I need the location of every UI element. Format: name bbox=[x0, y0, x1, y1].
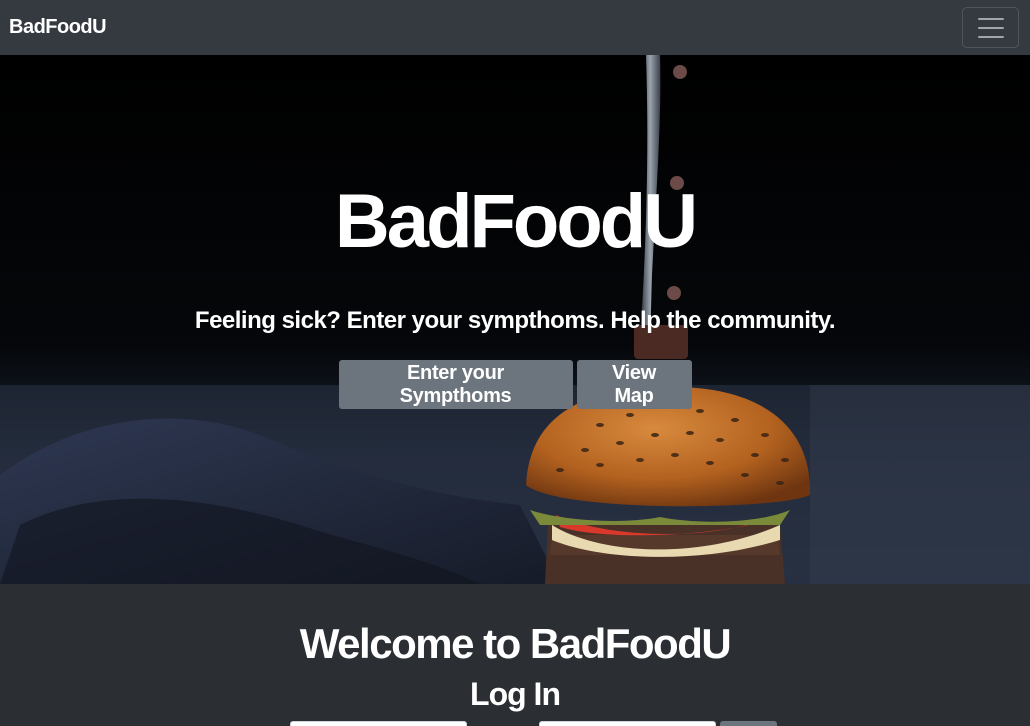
login-heading: Log In bbox=[470, 676, 561, 712]
login-submit-button[interactable] bbox=[720, 721, 777, 726]
hero-subtitle: Feeling sick? Enter your sympthoms. Help… bbox=[194, 307, 836, 334]
navbar-brand[interactable]: BadFoodU bbox=[9, 16, 107, 39]
navbar-toggler-button[interactable] bbox=[962, 7, 1019, 48]
welcome-section: Welcome to BadFoodU Log In bbox=[0, 584, 1030, 726]
welcome-heading: Welcome to BadFoodU bbox=[299, 620, 732, 667]
hamburger-menu-icon-line bbox=[977, 26, 1004, 29]
username-input[interactable] bbox=[290, 721, 467, 726]
hero-button-group: Enter your Sympthoms View Map bbox=[0, 360, 1030, 409]
view-map-button[interactable]: View Map bbox=[576, 360, 692, 409]
hero-title: BadFoodU bbox=[334, 179, 698, 264]
enter-symptoms-button[interactable]: Enter your Sympthoms bbox=[338, 360, 573, 409]
hamburger-menu-icon bbox=[977, 17, 1004, 20]
login-form bbox=[0, 721, 1030, 726]
password-input[interactable] bbox=[539, 721, 716, 726]
hamburger-menu-icon-line bbox=[977, 35, 1004, 38]
navbar: BadFoodU bbox=[0, 0, 1030, 55]
hero-section: BadFoodU Feeling sick? Enter your sympth… bbox=[0, 55, 1030, 584]
